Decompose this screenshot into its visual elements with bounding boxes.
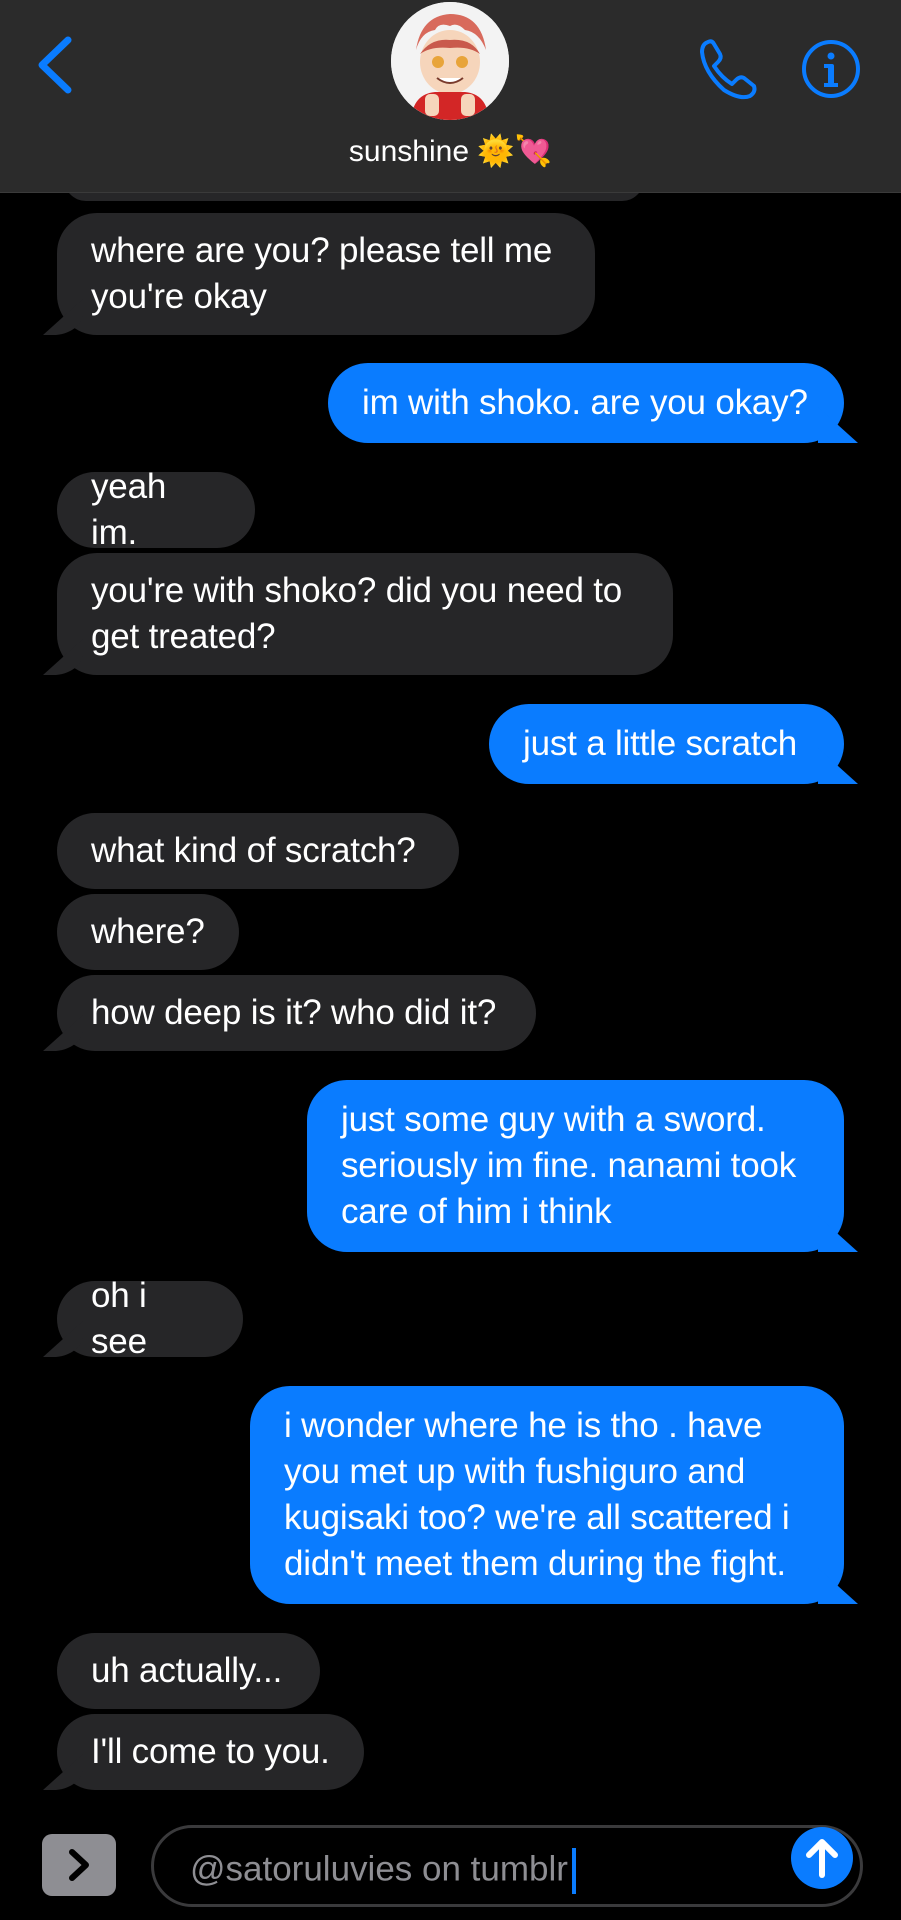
contact-avatar[interactable] — [391, 2, 509, 120]
message-text: yeah im. — [91, 467, 167, 552]
message-received[interactable]: I'll come to you. — [57, 1714, 364, 1790]
message-text: just a little scratch — [523, 724, 797, 763]
message-text: just some guy with a sword. seriously im… — [341, 1100, 797, 1231]
message-received[interactable]: oh i see — [57, 1276, 243, 1361]
message-text: im with shoko. are you okay? — [362, 383, 808, 422]
info-icon — [802, 40, 860, 98]
call-button[interactable] — [694, 34, 764, 104]
contact-name[interactable]: sunshine 🌞💘 — [0, 134, 901, 169]
message-text: oh i see — [91, 1276, 147, 1361]
message-sent[interactable]: im with shoko. are you okay? — [328, 363, 844, 443]
info-button[interactable] — [800, 38, 862, 100]
arrow-up-icon — [806, 1839, 838, 1878]
message-text: where? — [91, 912, 205, 951]
message-received[interactable]: what kind of scratch? — [57, 813, 459, 889]
message-input-text: @satoruluvies on tumblr — [190, 1848, 576, 1894]
chevron-right-icon — [69, 1849, 89, 1881]
message-text: I'll come to you. — [91, 1732, 330, 1771]
phone-icon — [700, 39, 757, 100]
message-text: you're with shoko? did you need to get t… — [91, 571, 623, 656]
composer-bar: @satoruluvies on tumblr — [0, 1813, 901, 1920]
message-received[interactable]: how deep is it? who did it? — [57, 975, 536, 1051]
message-text: how deep is it? who did it? — [91, 993, 497, 1032]
message-text: uh actually... — [91, 1651, 283, 1690]
chevron-left-icon — [38, 36, 72, 94]
apps-button[interactable] — [42, 1834, 116, 1896]
send-button[interactable] — [791, 1827, 853, 1889]
conversation-header: sunshine 🌞💘 — [0, 0, 901, 193]
message-text: i wonder where he is tho . have you met … — [284, 1406, 790, 1583]
message-received[interactable]: uh actually... — [57, 1633, 320, 1709]
back-button[interactable] — [30, 30, 80, 100]
message-sent[interactable]: just a little scratch — [489, 704, 844, 784]
contact-name-text: sunshine — [348, 135, 470, 168]
message-received[interactable]: where? — [57, 894, 239, 970]
message-received[interactable]: you're with shoko? did you need to get t… — [57, 553, 673, 675]
message-text: where are you? please tell me you're oka… — [91, 231, 553, 316]
contact-emoji: 🌞💘 — [477, 135, 553, 168]
message-sent[interactable]: just some guy with a sword. seriously im… — [307, 1080, 844, 1252]
message-sent[interactable]: i wonder where he is tho . have you met … — [250, 1386, 844, 1604]
message-received[interactable]: yeah im. — [57, 467, 255, 552]
text-caret — [571, 1848, 576, 1894]
previous-message-fragment — [64, 193, 644, 201]
message-text: what kind of scratch? — [91, 831, 416, 870]
message-input[interactable]: @satoruluvies on tumblr — [151, 1825, 863, 1907]
avatar-image — [391, 2, 509, 120]
message-thread[interactable]: where are you? please tell me you're oka… — [0, 193, 901, 1813]
message-received[interactable]: where are you? please tell me you're oka… — [57, 213, 595, 335]
